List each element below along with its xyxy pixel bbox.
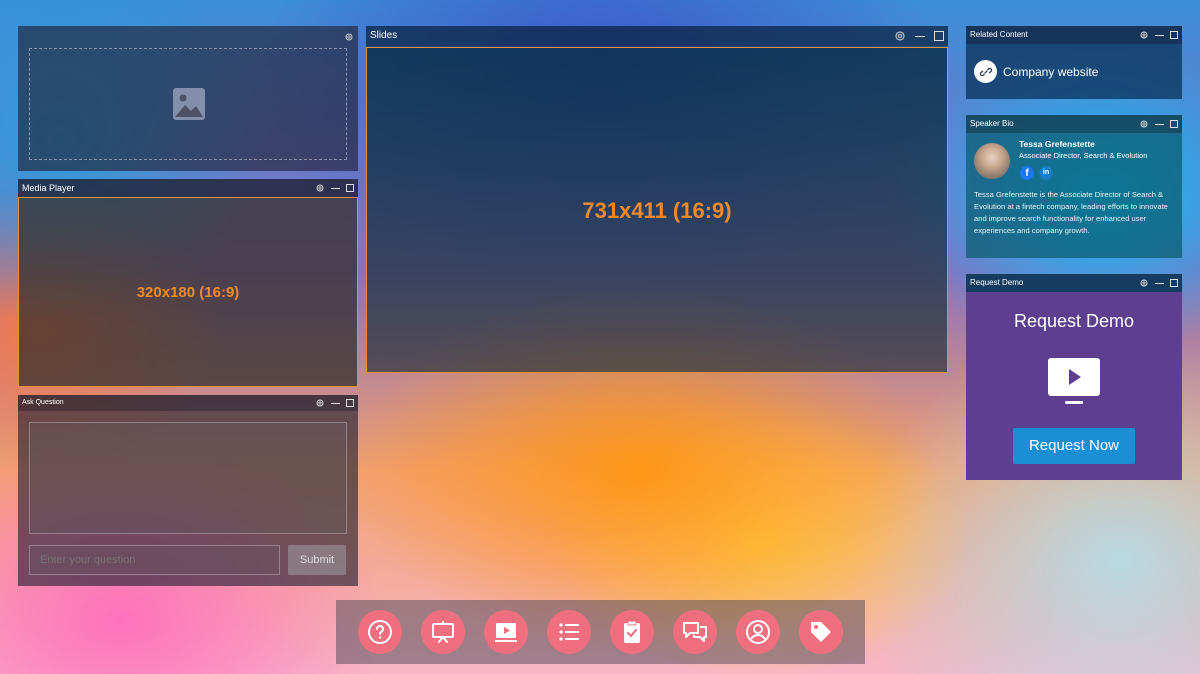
panel-title: Speaker Bio xyxy=(970,119,1014,128)
bottom-toolbar xyxy=(336,600,865,664)
clipboard-check-icon xyxy=(624,620,641,643)
submit-button[interactable]: Submit xyxy=(288,545,346,575)
related-content-panel: Related Content Company website xyxy=(966,26,1182,99)
speaker-bio-text: Tessa Grefenstette is the Associate Dire… xyxy=(974,190,1168,235)
maximize-icon[interactable] xyxy=(346,399,354,407)
speaker-name: Tessa Grefenstette xyxy=(1019,139,1095,149)
presentation-icon xyxy=(431,621,454,643)
gear-icon[interactable] xyxy=(894,30,906,42)
ask-question-titlebar: Ask Question xyxy=(18,395,358,411)
panel-title: Slides xyxy=(370,30,398,41)
maximize-icon[interactable] xyxy=(346,184,354,192)
media-player-panel: Media Player 320x180 (16:9) xyxy=(18,179,358,387)
maximize-icon[interactable] xyxy=(1170,120,1178,128)
image-icon xyxy=(173,88,205,120)
image-dropzone[interactable] xyxy=(29,48,347,160)
speaker-bio-panel: Speaker Bio Tessa Grefenstette Associate… xyxy=(966,115,1182,258)
request-demo-panel: Request Demo Request Demo Request Now xyxy=(966,274,1182,480)
panel-title: Request Demo xyxy=(970,278,1024,287)
speaker-role: Associate Director, Search & Evolution xyxy=(1019,151,1148,160)
minimize-icon[interactable] xyxy=(331,402,340,404)
gear-icon[interactable] xyxy=(315,398,325,408)
linkedin-icon[interactable]: in xyxy=(1039,166,1053,180)
profile-icon xyxy=(746,620,771,644)
gear-icon[interactable] xyxy=(1139,119,1149,129)
ask-question-panel: Ask Question Submit xyxy=(18,395,358,586)
media-player-frame[interactable]: 320x180 (16:9) xyxy=(18,197,358,387)
minimize-icon[interactable] xyxy=(1155,34,1164,36)
link-label: Company website xyxy=(1003,64,1099,79)
maximize-icon[interactable] xyxy=(934,31,944,41)
maximize-icon[interactable] xyxy=(1170,279,1178,287)
video-button[interactable] xyxy=(483,610,528,654)
survey-button[interactable] xyxy=(610,610,655,654)
gear-icon[interactable] xyxy=(1139,278,1149,288)
gear-icon[interactable] xyxy=(1139,30,1149,40)
video-icon xyxy=(494,623,517,642)
question-input[interactable] xyxy=(29,545,280,575)
tag-button[interactable] xyxy=(799,610,844,654)
video-screen-icon xyxy=(1048,358,1100,404)
gear-icon[interactable] xyxy=(344,32,354,42)
request-demo-titlebar: Request Demo xyxy=(966,274,1182,292)
profile-button[interactable] xyxy=(736,610,781,654)
facebook-icon[interactable]: f xyxy=(1020,166,1034,180)
help-icon xyxy=(367,620,392,644)
link-icon xyxy=(974,60,997,83)
panel-title: Related Content xyxy=(970,30,1028,39)
avatar xyxy=(974,143,1010,179)
request-now-button[interactable]: Request Now xyxy=(1013,428,1135,464)
slides-titlebar: Slides xyxy=(366,26,948,46)
image-panel xyxy=(18,26,358,171)
minimize-icon[interactable] xyxy=(331,187,340,189)
media-player-titlebar: Media Player xyxy=(18,179,358,197)
company-website-link[interactable]: Company website xyxy=(974,60,1098,83)
list-icon xyxy=(559,623,579,641)
question-list xyxy=(29,422,347,534)
speaker-bio-titlebar: Speaker Bio xyxy=(966,115,1182,133)
tag-icon xyxy=(811,622,832,642)
panel-title: Media Player xyxy=(22,183,75,193)
minimize-icon[interactable] xyxy=(1155,123,1164,125)
chat-icon xyxy=(683,622,708,642)
slides-panel: Slides 731x411 (16:9) xyxy=(366,26,948,373)
related-content-titlebar: Related Content xyxy=(966,26,1182,44)
media-size-label: 320x180 (16:9) xyxy=(136,284,240,301)
minimize-icon[interactable] xyxy=(915,35,925,37)
slides-size-label: 731x411 (16:9) xyxy=(582,198,732,223)
request-demo-heading: Request Demo xyxy=(1013,311,1135,331)
minimize-icon[interactable] xyxy=(1155,282,1164,284)
help-button[interactable] xyxy=(357,610,402,654)
chat-button[interactable] xyxy=(673,610,718,654)
image-panel-tools xyxy=(344,26,354,48)
panel-title: Ask Question xyxy=(22,399,64,406)
gear-icon[interactable] xyxy=(315,183,325,193)
agenda-button[interactable] xyxy=(546,610,591,654)
maximize-icon[interactable] xyxy=(1170,31,1178,39)
presentation-button[interactable] xyxy=(420,610,465,654)
slides-frame[interactable]: 731x411 (16:9) xyxy=(366,47,948,373)
